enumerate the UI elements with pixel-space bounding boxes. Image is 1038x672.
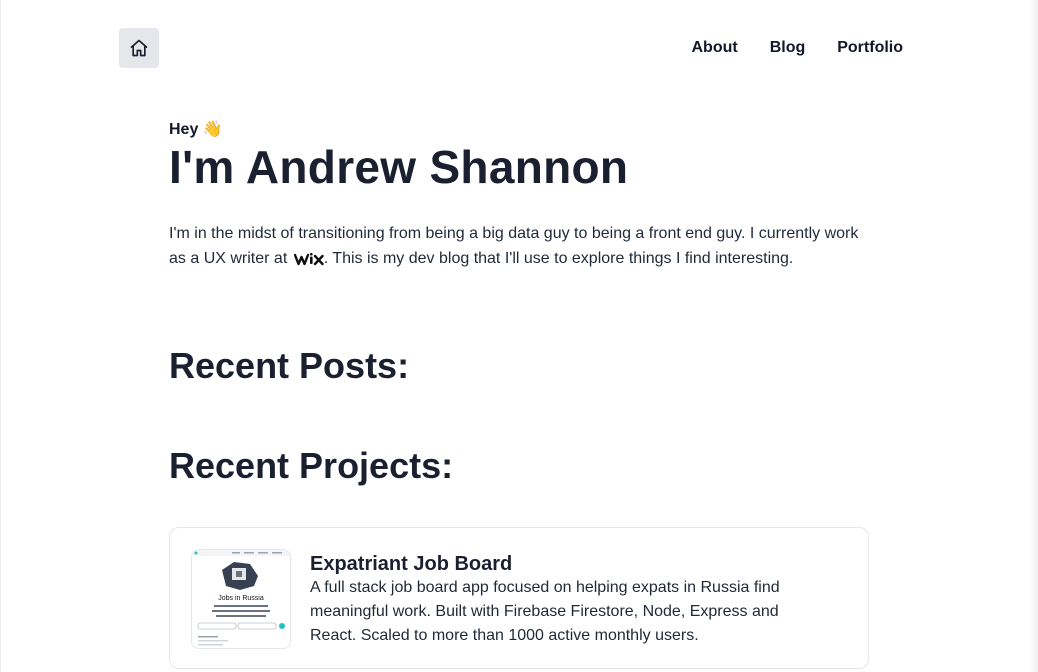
project-description: A full stack job board app focused on he… bbox=[310, 579, 780, 644]
window-left-edge bbox=[0, 0, 1, 672]
home-button[interactable] bbox=[119, 28, 159, 68]
home-icon bbox=[130, 39, 148, 57]
wix-logo-icon[interactable]: wix bbox=[293, 252, 324, 266]
intro-text-end: . This is my dev blog that I'll use to e… bbox=[323, 250, 794, 267]
nav-link-blog[interactable]: Blog bbox=[770, 39, 806, 57]
top-nav: About Blog Portfolio bbox=[691, 39, 903, 57]
recent-posts-heading: Recent Posts: bbox=[169, 345, 410, 386]
window-right-shadow bbox=[1028, 0, 1038, 672]
project-title[interactable]: Expatriant Job Board bbox=[310, 552, 512, 576]
waving-hand-icon: 👋 bbox=[202, 119, 223, 138]
hero-section: Hey 👋 I'm Andrew Shannon I'm in the mids… bbox=[169, 118, 869, 271]
page-title: I'm Andrew Shannon bbox=[169, 141, 629, 193]
nav-link-about[interactable]: About bbox=[691, 39, 737, 57]
project-thumbnail: Jobs in Russia bbox=[191, 549, 291, 649]
nav-link-portfolio[interactable]: Portfolio bbox=[837, 39, 903, 57]
thumbnail-caption: Jobs in Russia bbox=[218, 595, 264, 602]
greeting: Hey 👋 bbox=[169, 118, 869, 141]
greeting-text: Hey bbox=[169, 121, 199, 138]
recent-projects-heading: Recent Projects: bbox=[169, 445, 454, 486]
project-card[interactable]: Jobs in Russia Expatriant Job Board A fu… bbox=[169, 527, 869, 669]
intro-paragraph: I'm in the midst of transitioning from b… bbox=[169, 221, 869, 271]
